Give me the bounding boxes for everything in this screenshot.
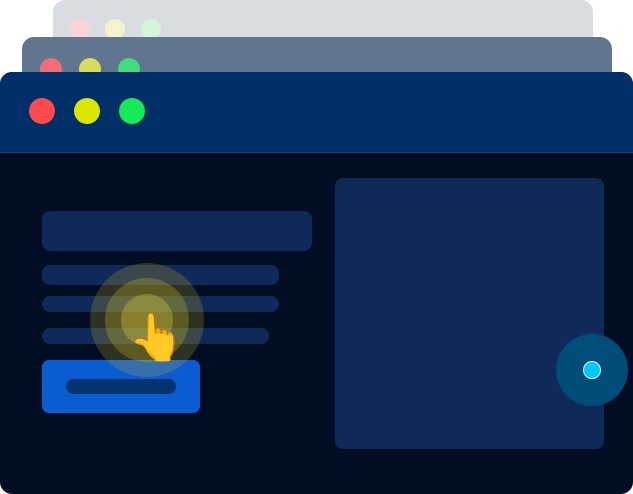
close-dot-icon [70,19,90,39]
window-titlebar [0,72,633,153]
tap-hand-icon: 👆 [128,310,186,364]
zoom-button-icon[interactable] [119,98,145,124]
button-label-placeholder [66,379,176,394]
minimize-dot-icon [105,19,125,39]
illustration-stage: 👆 [0,0,633,494]
zoom-dot-icon [141,19,161,39]
close-button-icon[interactable] [29,98,55,124]
minimize-button-icon[interactable] [74,98,100,124]
title-placeholder [42,211,312,251]
image-placeholder [335,178,604,449]
front-window [0,72,633,494]
cursor-dot-icon [583,361,601,379]
